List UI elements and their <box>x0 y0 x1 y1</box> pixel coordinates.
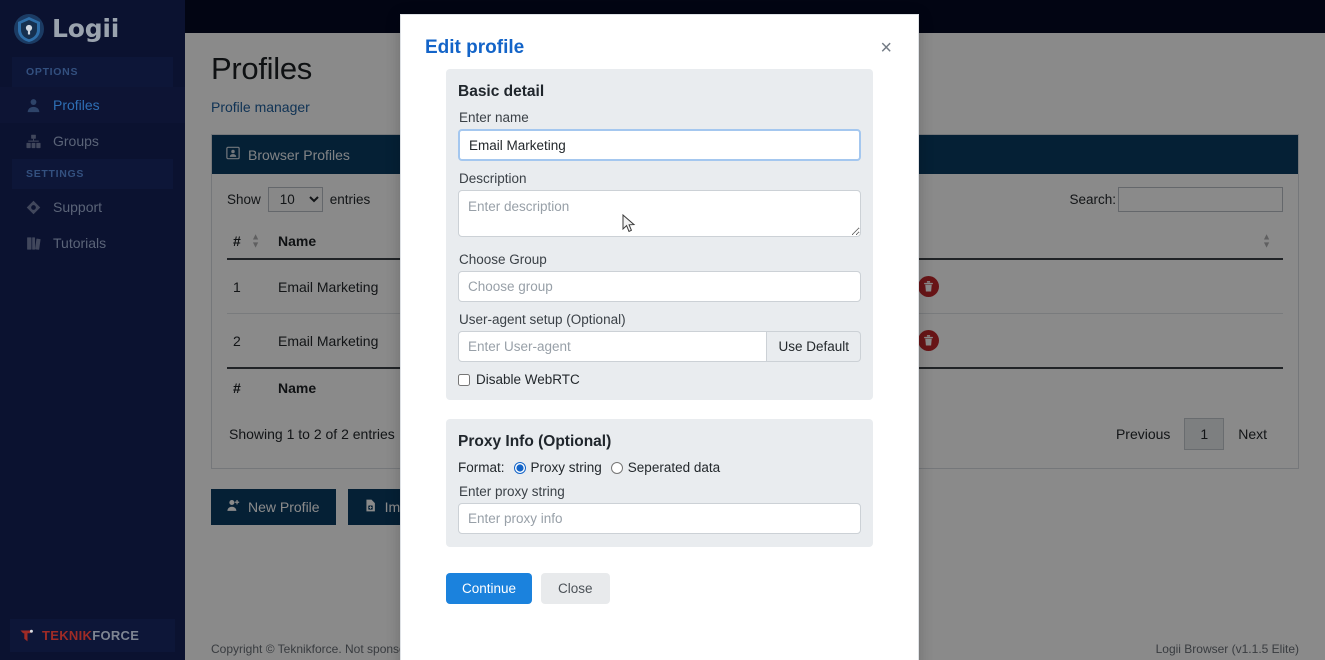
sidebar-item-label: Profiles <box>53 97 100 113</box>
footer-copyright: Copyright © Teknikforce. Not sponsored <box>211 642 424 656</box>
user-plus-icon <box>227 499 240 515</box>
proxy-string-field-group: Enter proxy string <box>458 484 861 534</box>
column-header-index[interactable]: # ▲ ▼ <box>227 224 272 260</box>
search-input[interactable] <box>1118 187 1283 212</box>
teknikforce-label-part2: FORCE <box>92 628 140 643</box>
sidebar-item-tutorials[interactable]: Tutorials <box>0 225 185 261</box>
show-label: Show <box>227 192 261 207</box>
edit-profile-modal: Edit profile × Basic detail Enter name D… <box>400 14 919 660</box>
card-title: Browser Profiles <box>248 146 350 163</box>
disable-webrtc-label: Disable WebRTC <box>476 372 580 387</box>
disable-webrtc-checkbox[interactable] <box>458 373 470 386</box>
id-badge-icon <box>226 146 240 163</box>
close-button[interactable]: Close <box>541 573 610 604</box>
modal-title: Edit profile <box>425 37 525 58</box>
basic-detail-panel: Basic detail Enter name Description Choo… <box>446 69 873 400</box>
user-icon <box>26 98 41 113</box>
pagination: Previous 1 Next <box>1102 418 1281 450</box>
modal-header: Edit profile × <box>401 15 918 69</box>
trash-delete-icon[interactable] <box>918 276 939 297</box>
search-label: Search: <box>1069 192 1116 207</box>
sidebar-item-groups[interactable]: Groups <box>0 123 185 159</box>
new-profile-button[interactable]: New Profile <box>211 489 336 525</box>
sitemap-icon <box>26 134 41 149</box>
page-length-control: Show 10 25 50 100 entries <box>227 187 370 212</box>
sidebar-section-options: OPTIONS <box>12 57 173 87</box>
file-import-icon <box>364 499 377 515</box>
life-ring-icon <box>26 200 41 215</box>
proxy-string-label: Proxy string <box>530 460 602 475</box>
separated-data-label: Seperated data <box>627 460 721 475</box>
user-agent-label: User-agent setup (Optional) <box>459 312 626 327</box>
description-label: Description <box>459 171 527 186</box>
proxy-string-label-text: Enter proxy string <box>459 484 565 499</box>
sidebar-item-label: Tutorials <box>53 235 107 251</box>
pagination-next[interactable]: Next <box>1224 419 1281 449</box>
pagination-page-1[interactable]: 1 <box>1184 418 1225 450</box>
brand-name: Logii <box>52 14 120 43</box>
search-control: Search: <box>1069 187 1283 212</box>
sidebar-item-support[interactable]: Support <box>0 189 185 225</box>
format-label: Format: <box>458 460 505 475</box>
cell-index: 1 <box>227 259 272 314</box>
shield-logo-icon <box>13 13 45 45</box>
group-field-group: Choose Group <box>458 252 861 302</box>
teknikforce-label-part1: TEKNIK <box>42 628 93 643</box>
proxy-string-input[interactable] <box>458 503 861 534</box>
name-label: Enter name <box>459 110 529 125</box>
footer-header-index: # <box>227 367 272 405</box>
page-length-select[interactable]: 10 25 50 100 <box>267 187 323 212</box>
choose-group-label: Choose Group <box>459 252 547 267</box>
sort-arrow-icon: ▲▼ <box>251 231 260 249</box>
entries-label: entries <box>329 192 371 207</box>
modal-action-buttons: Continue Close <box>401 547 918 604</box>
teknikforce-footer: TEKNIKFORCE <box>10 619 175 652</box>
brand-logo[interactable]: Logii <box>0 0 185 57</box>
separated-data-radio[interactable] <box>610 461 623 474</box>
sidebar-item-label: Groups <box>53 133 99 149</box>
app-window: Logii OPTIONS Profiles Groups SETTINGS S… <box>0 0 1325 660</box>
continue-button[interactable]: Continue <box>446 573 533 604</box>
footer-version: Logii Browser (v1.1.5 Elite) <box>1155 642 1299 656</box>
pagination-previous[interactable]: Previous <box>1102 419 1184 449</box>
use-default-button[interactable]: Use Default <box>767 331 861 362</box>
sidebar-section-settings: SETTINGS <box>12 159 173 189</box>
profile-name-input[interactable] <box>458 129 861 161</box>
new-profile-label: New Profile <box>248 499 320 515</box>
sort-arrow-icon: ▲▼ <box>1262 231 1271 249</box>
sidebar-item-label: Support <box>53 199 103 215</box>
disable-webrtc-row[interactable]: Disable WebRTC <box>458 372 861 387</box>
name-field-group: Enter name <box>458 110 861 161</box>
proxy-info-panel: Proxy Info (Optional) Format: Proxy stri… <box>446 419 873 547</box>
user-agent-input[interactable] <box>458 331 768 362</box>
basic-detail-title: Basic detail <box>458 83 545 100</box>
proxy-format-row: Format: Proxy string Seperated data <box>458 460 861 475</box>
trash-delete-icon[interactable] <box>918 330 939 351</box>
user-agent-field-group: User-agent setup (Optional) Use Default <box>458 312 861 362</box>
showing-entries-text: Showing 1 to 2 of 2 entries <box>229 426 395 442</box>
proxy-info-title: Proxy Info (Optional) <box>458 433 612 450</box>
description-textarea[interactable] <box>458 190 861 237</box>
proxy-string-radio[interactable] <box>513 461 526 474</box>
modal-body: Basic detail Enter name Description Choo… <box>401 69 918 547</box>
cell-index: 2 <box>227 313 272 369</box>
choose-group-input[interactable] <box>458 271 861 302</box>
description-field-group: Description <box>458 171 861 242</box>
sidebar: Logii OPTIONS Profiles Groups SETTINGS S… <box>0 0 185 660</box>
close-x-icon[interactable]: × <box>876 38 896 58</box>
book-icon <box>26 236 41 251</box>
sidebar-item-profiles[interactable]: Profiles <box>0 87 185 123</box>
teknikforce-logo-icon <box>20 629 36 643</box>
